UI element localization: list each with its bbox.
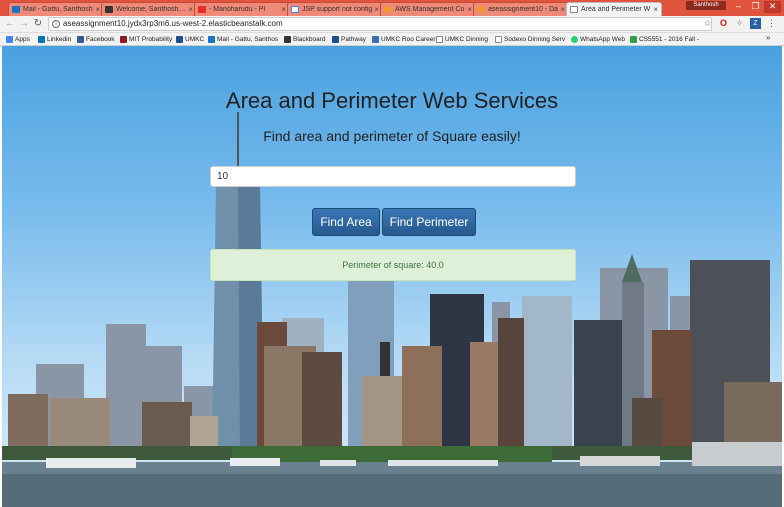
close-tab-icon[interactable]: × [95, 5, 100, 14]
bookmark-item[interactable]: CS5551 - 2016 Fall - [630, 34, 699, 45]
page-icon [436, 36, 443, 43]
page-title: Area and Perimeter Web Services [225, 88, 559, 113]
close-tab-icon[interactable]: × [374, 5, 379, 14]
address-bar[interactable]: i aseassignment10.jydx3rp3m6.us-west-2.e… [48, 17, 712, 31]
close-tab-icon[interactable]: × [560, 5, 565, 14]
bookmark-item[interactable]: WhatsApp Web [571, 34, 625, 45]
bookmark-label: Blackboard [293, 36, 326, 43]
browser-tab-active[interactable]: Area and Perimeter W × [566, 2, 662, 16]
bookmark-label: Linkedin [47, 36, 72, 43]
facebook-icon [77, 36, 84, 43]
aws-icon [477, 6, 485, 13]
browser-toolbar: ← → ↻ i aseassignment10.jydx3rp3m6.us-we… [0, 16, 784, 33]
close-window-icon[interactable]: ✕ [764, 1, 781, 13]
reload-icon[interactable]: ↻ [32, 18, 44, 30]
url-text: aseassignment10.jydx3rp3m6.us-west-2.ela… [63, 19, 283, 28]
blackboard-icon [284, 36, 291, 43]
linkedin-icon [38, 36, 45, 43]
bookmark-label: UMKC Roo Career [381, 36, 436, 43]
bookmark-label: UMKC Dinning [445, 36, 488, 43]
blackboard-icon [105, 6, 113, 13]
umkc-icon [176, 36, 183, 43]
bookmark-item[interactable]: Apps [6, 34, 30, 45]
tab-label: Welcome, Santhosh Ka [116, 6, 187, 13]
bookmark-label: WhatsApp Web [580, 36, 626, 43]
bookmark-item[interactable]: Mail - Gattu, Santhos [208, 34, 278, 45]
page-subtitle: Find area and perimeter of Square easily… [263, 128, 521, 144]
close-tab-icon[interactable]: × [188, 5, 193, 14]
find-perimeter-button[interactable]: Find Perimeter [382, 208, 476, 236]
bookmark-item[interactable]: Facebook [77, 34, 115, 45]
bookmark-item[interactable]: MIT Probability [120, 34, 172, 45]
browser-tab[interactable]: Mail - Gattu, Santhosh × [8, 2, 104, 16]
find-area-button[interactable]: Find Area [312, 208, 380, 236]
bookmark-item[interactable]: UMKC Roo Career [372, 34, 436, 45]
bookmark-item[interactable]: Sodexo Dinning Serv [495, 34, 565, 45]
sheet-icon [630, 36, 637, 43]
bookmark-star-icon[interactable]: ☆ [702, 18, 713, 29]
bookmark-item[interactable]: UMKC Dinning [436, 34, 488, 45]
back-arrow-icon[interactable]: ← [4, 18, 16, 30]
tab-label: AWS Management Co [395, 6, 465, 13]
bookmark-item[interactable]: UMKC [176, 34, 204, 45]
bookmark-label: Apps [15, 36, 30, 43]
bookmark-item[interactable]: Blackboard [284, 34, 326, 45]
browser-titlebar: Mail - Gattu, Santhosh × Welcome, Santho… [0, 0, 784, 16]
extension-icon[interactable]: ✧ [734, 18, 745, 29]
close-tab-icon[interactable]: × [281, 5, 286, 14]
close-tab-icon[interactable]: × [653, 5, 658, 14]
bookmark-label: Pathway [341, 36, 366, 43]
browser-tab[interactable]: AWS Management Co × [380, 2, 476, 16]
bookmark-label: Facebook [86, 36, 115, 43]
maximize-icon[interactable]: ❐ [747, 1, 764, 13]
page-viewport: Area and Perimeter Web Services Find are… [2, 46, 782, 507]
aws-icon [384, 6, 392, 13]
bookmark-item[interactable]: Pathway [332, 34, 366, 45]
info-icon[interactable]: i [52, 20, 60, 28]
browser-tab[interactable]: aseassignment10 - Da × [473, 2, 569, 16]
bookmark-item[interactable]: Linkedin [38, 34, 71, 45]
minimize-icon[interactable]: – [730, 1, 747, 13]
side-length-input[interactable] [210, 166, 576, 187]
tab-label: JSP support not config [302, 6, 373, 13]
page-icon [570, 6, 578, 13]
bookmarks-bar: Apps Linkedin Facebook MIT Probability U… [0, 33, 784, 46]
whatsapp-icon [571, 36, 578, 43]
bookmark-label: CS5551 - 2016 Fall - [639, 36, 699, 43]
bookmark-label: UMKC [185, 36, 205, 43]
apps-icon [6, 36, 13, 43]
mail-icon [12, 6, 20, 13]
opera-icon[interactable]: O [718, 18, 729, 29]
tab-label: aseassignment10 - Da [488, 6, 559, 13]
close-tab-icon[interactable]: × [467, 5, 472, 14]
menu-icon[interactable]: ⋮ [766, 18, 777, 29]
browser-tab[interactable]: JSP support not config × [287, 2, 383, 16]
pathway-icon [332, 36, 339, 43]
mit-icon [120, 36, 127, 43]
bookmark-label: Mail - Gattu, Santhos [217, 36, 279, 43]
mail-icon [208, 36, 215, 43]
roo-career-icon [372, 36, 379, 43]
forward-arrow-icon[interactable]: → [18, 18, 30, 30]
more-bookmarks-icon[interactable]: » [766, 33, 770, 42]
page-icon [495, 36, 502, 43]
youtube-icon [198, 6, 206, 13]
browser-tab[interactable]: - Manoharudu - Pl × [194, 2, 290, 16]
tab-label: Area and Perimeter W [581, 6, 651, 13]
browser-tab[interactable]: Welcome, Santhosh Ka × [101, 2, 197, 16]
google-icon [291, 6, 299, 13]
tab-label: Mail - Gattu, Santhosh [23, 6, 93, 13]
bookmark-label: MIT Probability [129, 36, 173, 43]
result-alert: Perimeter of square: 40.0 [210, 249, 576, 281]
profile-button[interactable]: Santhosh [686, 1, 726, 10]
bookmark-label: Sodexo Dinning Serv [504, 36, 566, 43]
tab-label: - Manoharudu - Pl [209, 6, 266, 13]
zotero-icon[interactable]: Z [750, 18, 761, 29]
